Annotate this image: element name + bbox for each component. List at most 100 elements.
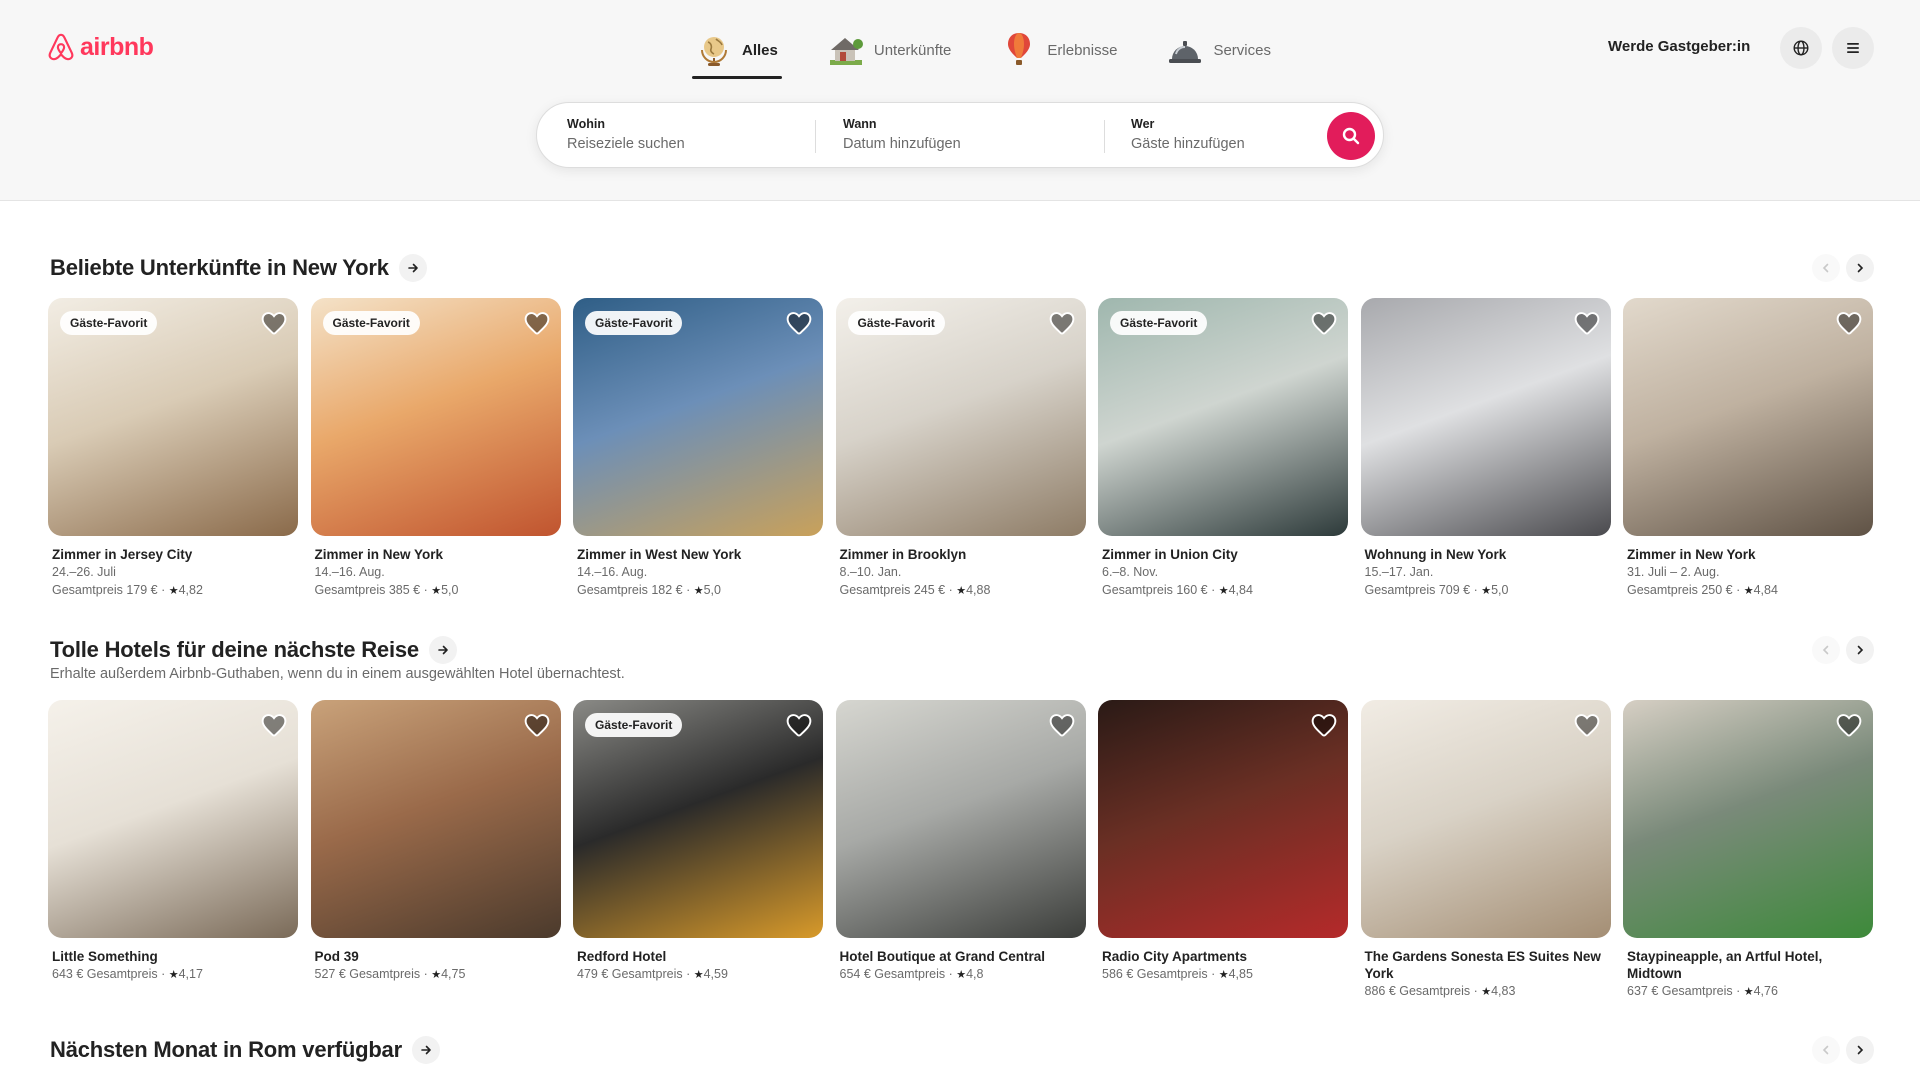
listing-photo[interactable]	[1623, 700, 1873, 938]
search-when[interactable]: Wann Datum hinzufügen	[843, 117, 961, 152]
listing-price-rating: Gesamtpreis 250 € · ★4,84	[1627, 583, 1778, 597]
heart-icon[interactable]	[260, 711, 288, 739]
listing-rating: 4,84	[1753, 583, 1778, 597]
listing-photo[interactable]	[310, 700, 561, 938]
section-title-new-york[interactable]: Beliebte Unterkünfte in New York	[50, 254, 427, 282]
listing-photo[interactable]	[1360, 700, 1611, 938]
listing-card[interactable]: Zimmer in New York 31. Juli – 2. Aug. Gesa…	[1623, 298, 1873, 600]
heart-icon[interactable]	[1835, 309, 1863, 337]
listing-card[interactable]: Little Something 643 € Gesamtpreis · ★4,1…	[48, 700, 298, 984]
section-title-rom[interactable]: Nächsten Monat in Rom verfügbar	[50, 1036, 440, 1064]
listing-card[interactable]: Gäste-Favorit Redford Hotel 479 € Gesamtpr…	[573, 700, 823, 984]
listing-photo[interactable]: Gäste-Favorit	[573, 298, 823, 536]
heart-icon[interactable]	[523, 309, 551, 337]
listing-rating: 4,83	[1491, 984, 1516, 998]
listing-card[interactable]: Gäste-Favorit Zimmer in West New York 14.–…	[573, 298, 823, 600]
listing-rating: 4,8	[966, 967, 984, 981]
guest-favorite-badge: Gäste-Favorit	[322, 311, 420, 335]
listing-card[interactable]: Wohnung in New York 15.–17. Jan. Gesamtpre…	[1360, 298, 1611, 600]
heart-icon[interactable]	[785, 711, 813, 739]
heart-icon[interactable]	[785, 309, 813, 337]
arrow-right-icon[interactable]	[428, 636, 457, 664]
listing-price-rating: Gesamtpreis 160 € · ★4,84	[1102, 583, 1253, 597]
listing-photo[interactable]: Gäste-Favorit	[1098, 298, 1348, 536]
listing-photo[interactable]: Gäste-Favorit	[310, 298, 561, 536]
listing-price: Gesamtpreis 179 €	[52, 583, 158, 597]
carousel-prev-button[interactable]	[1812, 636, 1840, 664]
tab-unterkuenfte-label: Unterkünfte	[873, 41, 952, 59]
heart-icon[interactable]	[1835, 711, 1863, 739]
heart-icon[interactable]	[1048, 309, 1076, 337]
listing-title: Hotel Boutique at Grand Central	[839, 949, 1046, 964]
search-when-label: Wann	[843, 117, 877, 131]
listing-rating: 4,84	[1228, 583, 1253, 597]
heart-icon[interactable]	[523, 711, 551, 739]
listing-photo[interactable]: Gäste-Favorit	[573, 700, 823, 938]
listing-photo[interactable]	[1623, 298, 1873, 536]
heart-icon[interactable]	[1310, 309, 1338, 337]
listing-photo[interactable]: Gäste-Favorit	[835, 298, 1086, 536]
listing-photo[interactable]	[835, 700, 1086, 938]
hot-air-balloon-icon	[1008, 33, 1031, 65]
search-button[interactable]	[1327, 112, 1375, 160]
listing-card[interactable]: Hotel Boutique at Grand Central 654 € Ges…	[835, 700, 1086, 984]
carousel-next-button[interactable]	[1846, 254, 1874, 282]
listing-card[interactable]: Radio City Apartments 586 € Gesamtpreis ·…	[1098, 700, 1348, 984]
listing-title: Radio City Apartments	[1102, 949, 1248, 964]
heart-icon[interactable]	[1048, 711, 1076, 739]
listing-card[interactable]: Gäste-Favorit Zimmer in Union City 6.–8. N…	[1098, 298, 1348, 600]
listing-card[interactable]: Staypineapple, an Artful Hotel, Midtown 6…	[1623, 700, 1873, 1001]
search-bar: Wohin Reiseziele suchen Wann Datum hinzu…	[536, 102, 1384, 168]
listing-photo[interactable]	[48, 700, 298, 938]
listing-card[interactable]: Gäste-Favorit Zimmer in New York 14.–16. A…	[310, 298, 561, 600]
listing-card[interactable]: Gäste-Favorit Zimmer in Jersey City 24.–26…	[48, 298, 298, 600]
listing-photo[interactable]	[1098, 700, 1348, 938]
listing-price-rating: 479 € Gesamtpreis · ★4,59	[577, 967, 728, 981]
heart-icon[interactable]	[1573, 711, 1601, 739]
carousel-next-button[interactable]	[1846, 636, 1874, 664]
listing-price: 886 € Gesamtpreis	[1364, 984, 1471, 998]
listing-rating: 4,82	[178, 583, 203, 597]
carousel-prev-button[interactable]	[1812, 1036, 1840, 1064]
search-where-input[interactable]: Reiseziele suchen	[567, 136, 685, 152]
house-icon	[829, 38, 863, 65]
carousel-next-button[interactable]	[1846, 1036, 1874, 1064]
become-host-link[interactable]: Werde Gastgeber:in	[1608, 38, 1750, 55]
carousel-prev-button[interactable]	[1812, 254, 1840, 282]
arrow-right-icon[interactable]	[411, 1036, 440, 1064]
listing-price-rating: Gesamtpreis 385 € · ★5,0	[314, 583, 459, 597]
search-who-input[interactable]: Gäste hinzufügen	[1131, 136, 1245, 152]
star-icon: ★	[431, 969, 442, 981]
listing-price: Gesamtpreis 245 €	[839, 583, 946, 597]
listing-title: Zimmer in West New York	[577, 547, 742, 562]
listing-title: Zimmer in Union City	[1102, 547, 1238, 562]
listing-title: The Gardens Sonesta ES Suites New York	[1364, 949, 1601, 981]
menu-button[interactable]	[1832, 27, 1874, 69]
section-title-hotels[interactable]: Tolle Hotels für deine nächste Reise	[50, 636, 457, 664]
listing-card[interactable]: Gäste-Favorit Zimmer in Brooklyn 8.–10. Ja…	[835, 298, 1086, 600]
tab-alles[interactable]: Alles	[690, 24, 782, 79]
tab-erlebnisse[interactable]: Erlebnisse	[995, 24, 1121, 76]
heart-icon[interactable]	[1573, 309, 1601, 337]
star-icon: ★	[1218, 969, 1229, 981]
language-button[interactable]	[1780, 27, 1822, 69]
listing-photo[interactable]	[1360, 298, 1611, 536]
star-icon: ★	[168, 585, 179, 597]
tab-services[interactable]: Services	[1161, 24, 1275, 76]
listing-card[interactable]: Pod 39 527 € Gesamtpreis · ★4,75	[310, 700, 561, 984]
tab-unterkuenfte[interactable]: Unterkünfte	[822, 24, 956, 76]
arrow-right-icon[interactable]	[398, 254, 427, 282]
search-where[interactable]: Wohin Reiseziele suchen	[567, 117, 685, 152]
search-who[interactable]: Wer Gäste hinzufügen	[1131, 117, 1245, 152]
guest-favorite-badge: Gäste-Favorit	[60, 311, 158, 335]
listing-price: 637 € Gesamtpreis	[1627, 984, 1733, 998]
search-when-input[interactable]: Datum hinzufügen	[843, 136, 961, 152]
listing-price: 586 € Gesamtpreis	[1102, 967, 1208, 981]
listing-card[interactable]: The Gardens Sonesta ES Suites New York 88…	[1360, 700, 1611, 1001]
listing-photo[interactable]: Gäste-Favorit	[48, 298, 298, 536]
listing-rating: 4,75	[441, 967, 466, 981]
airbnb-logo[interactable]: airbnb	[46, 31, 154, 63]
listing-rating: 4,76	[1753, 984, 1778, 998]
heart-icon[interactable]	[1310, 711, 1338, 739]
heart-icon[interactable]	[260, 309, 288, 337]
